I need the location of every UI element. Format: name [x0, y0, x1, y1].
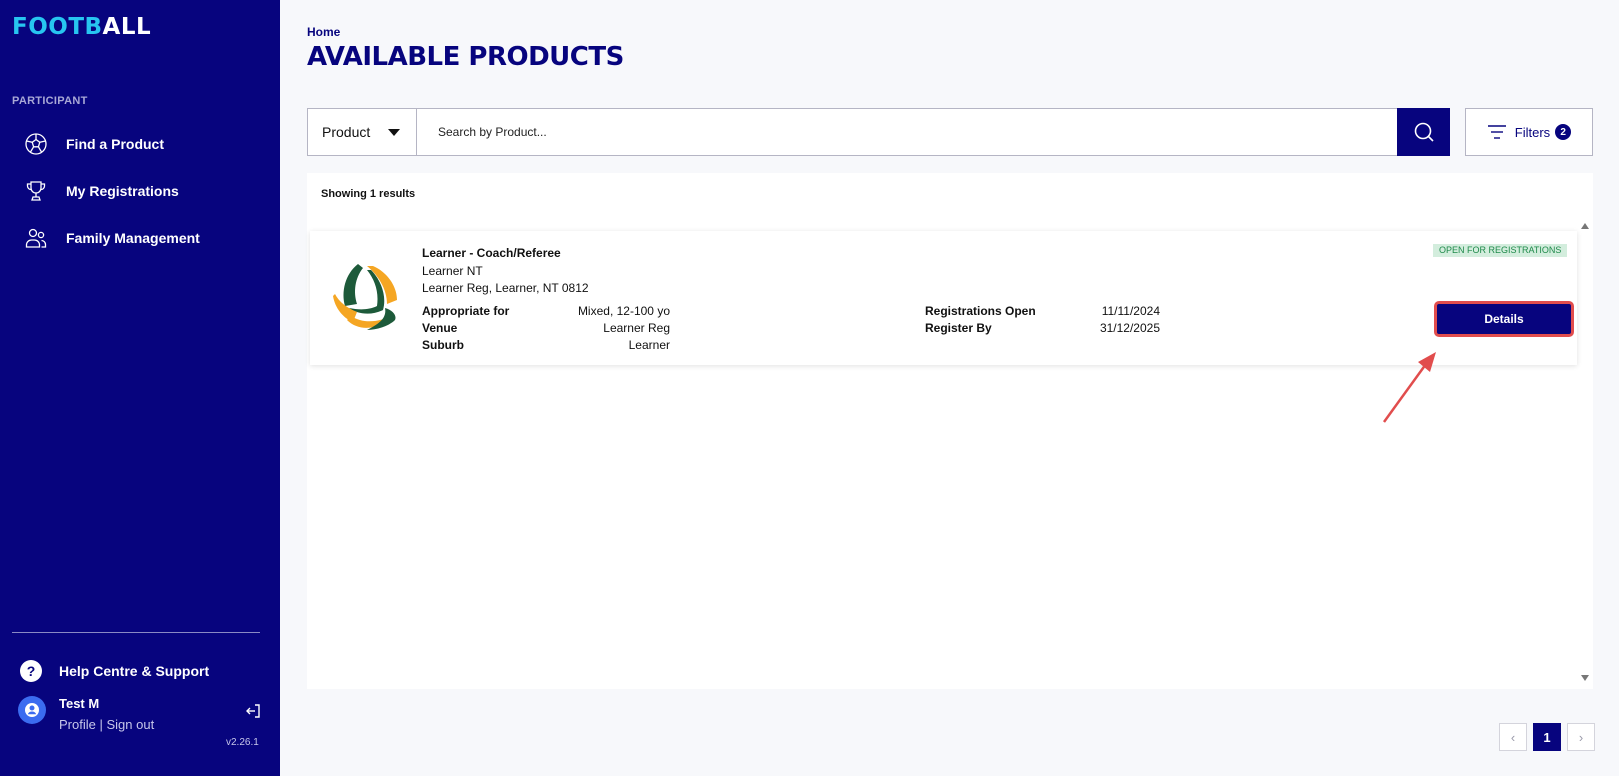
product-address: Learner Reg, Learner, NT 0812	[422, 281, 589, 295]
search-button[interactable]	[1397, 108, 1450, 156]
page-title: AVAILABLE PRODUCTS	[307, 42, 624, 72]
sidebar-item-label: Find a Product	[66, 136, 164, 152]
profile-link[interactable]: Profile	[59, 717, 96, 732]
pagination: ‹ 1 ›	[1499, 723, 1595, 751]
logo-text-white: ALL	[102, 14, 152, 40]
logo-text-accent: FOOTB	[12, 14, 103, 40]
filters-count-badge: 2	[1555, 124, 1572, 140]
user-icon	[25, 703, 39, 717]
help-centre-label: Help Centre & Support	[59, 663, 210, 679]
sign-out-link[interactable]: Sign out	[107, 717, 155, 732]
field-label-registrations-open: Registrations Open	[925, 304, 1036, 318]
field-label-venue: Venue	[422, 321, 458, 335]
chevron-down-icon	[388, 129, 400, 136]
status-badge: OPEN FOR REGISTRATIONS	[1433, 244, 1568, 257]
sidebar-item-label: My Registrations	[66, 183, 179, 199]
field-value-venue: Learner Reg	[603, 321, 670, 335]
field-value-appropriate-for: Mixed, 12-100 yo	[577, 304, 670, 318]
breadcrumb-home[interactable]: Home	[307, 25, 340, 39]
details-button[interactable]: Details	[1434, 301, 1574, 337]
user-name: Test M	[59, 696, 100, 711]
help-question-icon: ?	[20, 660, 42, 682]
sidebar-item-find-a-product[interactable]: Find a Product	[24, 128, 164, 160]
sidebar: FOOTBALL PARTICIPANT Find a Product My R…	[0, 0, 280, 776]
pagination-next-button[interactable]: ›	[1567, 723, 1595, 751]
help-centre-link[interactable]: ? Help Centre & Support	[20, 660, 209, 682]
search-bar: Product	[307, 108, 1450, 156]
user-links-separator: |	[99, 717, 103, 732]
pagination-prev-button[interactable]: ‹	[1499, 723, 1527, 751]
football-logo[interactable]: FOOTBALL	[12, 14, 151, 40]
results-list[interactable]: Learner - Coach/Referee Learner NT Learn…	[307, 218, 1593, 689]
search-icon	[1414, 122, 1434, 142]
product-card: Learner - Coach/Referee Learner NT Learn…	[310, 231, 1577, 365]
football-australia-logo	[328, 261, 402, 335]
sidebar-item-family-management[interactable]: Family Management	[24, 222, 200, 254]
section-label-participant: PARTICIPANT	[12, 95, 88, 107]
field-label-register-by: Register By	[925, 321, 992, 335]
user-links: Profile | Sign out	[59, 717, 154, 732]
app-version: v2.26.1	[226, 737, 259, 748]
sidebar-divider	[12, 632, 260, 633]
trophy-icon	[24, 179, 48, 203]
annotation-arrow-icon	[1382, 352, 1436, 423]
field-label-appropriate-for: Appropriate for	[422, 304, 510, 318]
product-type-value: Product	[322, 124, 371, 140]
avatar[interactable]	[18, 696, 46, 724]
field-value-suburb: Learner	[628, 338, 670, 352]
product-title: Learner - Coach/Referee	[422, 246, 561, 260]
product-organisation: Learner NT	[422, 264, 483, 278]
field-value-register-by: 31/12/2025	[1099, 321, 1160, 335]
pagination-page-1[interactable]: 1	[1533, 723, 1561, 751]
sidebar-item-my-registrations[interactable]: My Registrations	[24, 175, 179, 207]
filters-label: Filters	[1514, 124, 1551, 140]
filter-icon	[1487, 125, 1506, 139]
field-label-suburb: Suburb	[422, 338, 464, 352]
results-panel: Showing 1 results Learner - Coach/Refere…	[307, 173, 1593, 689]
field-value-registrations-open: 11/11/2024	[1101, 304, 1160, 318]
scroll-down-arrow[interactable]	[1581, 675, 1589, 681]
search-input[interactable]	[417, 109, 1397, 155]
people-icon	[24, 226, 48, 250]
sidebar-item-label: Family Management	[66, 230, 200, 246]
football-icon	[24, 132, 48, 156]
results-count: Showing 1 results	[321, 188, 416, 200]
sign-out-icon[interactable]	[244, 702, 262, 720]
scroll-up-arrow[interactable]	[1581, 223, 1589, 229]
filters-button[interactable]: Filters 2	[1465, 108, 1593, 156]
product-type-select[interactable]: Product	[308, 109, 417, 155]
